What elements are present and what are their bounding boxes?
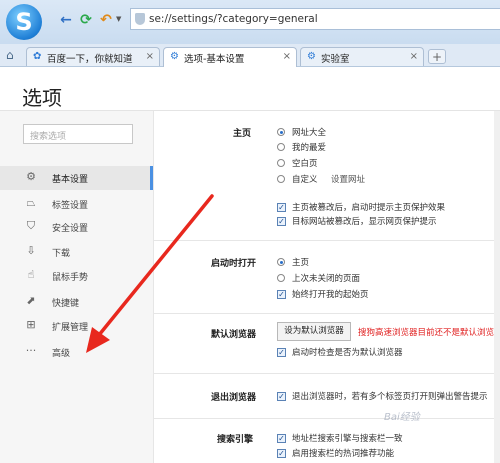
annotation-arrow [86, 194, 214, 353]
watermark: Bai经验 [384, 412, 420, 423]
